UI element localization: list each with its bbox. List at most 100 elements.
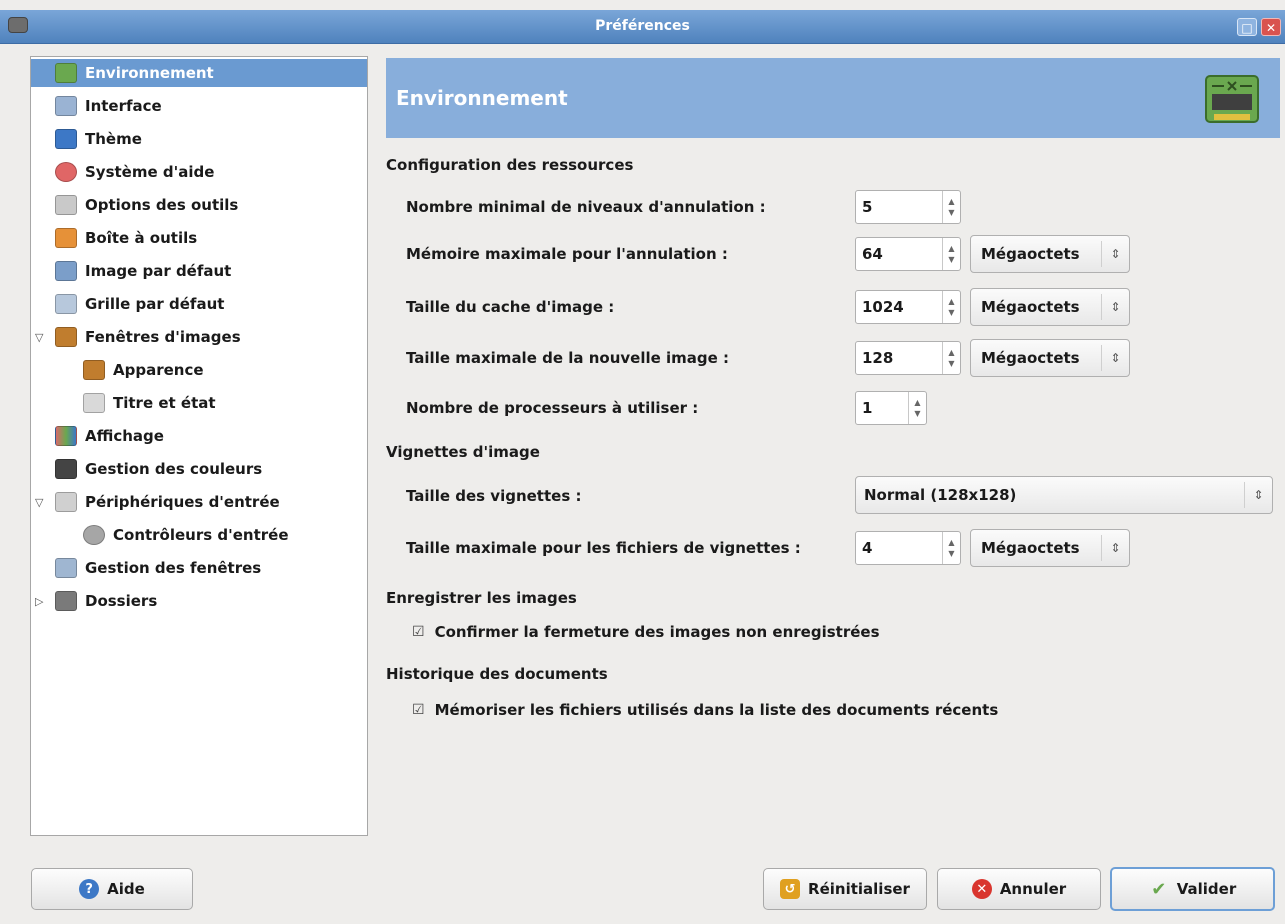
maximize-icon[interactable]: □ xyxy=(1237,18,1257,36)
color-management-icon xyxy=(55,459,77,479)
spinner-arrows-icon[interactable]: ▲ ▼ xyxy=(942,342,960,374)
thumb-max-unit-select[interactable]: Mégaoctets ⇕ xyxy=(970,529,1130,567)
tree-item-appearance[interactable]: Apparence xyxy=(31,356,367,384)
tree-item-tool-options[interactable]: Options des outils xyxy=(31,191,367,219)
tree-item-label: Périphériques d'entrée xyxy=(85,493,280,511)
undo-levels-value: 5 xyxy=(862,198,873,216)
tree-item-default-image[interactable]: Image par défaut xyxy=(31,257,367,285)
section-resources-title: Configuration des ressources xyxy=(386,156,634,174)
preferences-tree: Environnement Interface Thème Système d'… xyxy=(30,56,368,836)
validate-button-label: Valider xyxy=(1176,880,1237,898)
tree-item-color-management[interactable]: Gestion des couleurs xyxy=(31,455,367,483)
tree-item-label: Titre et état xyxy=(113,394,216,412)
tree-item-label: Image par défaut xyxy=(85,262,232,280)
tree-item-label: Options des outils xyxy=(85,196,239,214)
tree-item-label: Boîte à outils xyxy=(85,229,198,247)
thumb-max-label: Taille maximale pour les fichiers de vig… xyxy=(406,539,801,557)
tree-item-input-controllers[interactable]: Contrôleurs d'entrée xyxy=(31,521,367,549)
unit-value: Mégaoctets xyxy=(981,539,1080,557)
undo-memory-spinner[interactable]: 64 ▲ ▼ xyxy=(855,237,961,271)
tree-item-label: Dossiers xyxy=(85,592,158,610)
tree-item-label: Affichage xyxy=(85,427,164,445)
tree-item-interface[interactable]: Interface xyxy=(31,92,367,120)
theme-icon xyxy=(55,129,77,149)
tree-item-image-windows[interactable]: ▽ Fenêtres d'images xyxy=(31,323,367,351)
tree-item-label: Gestion des fenêtres xyxy=(85,559,262,577)
spinner-arrows-icon[interactable]: ▲ ▼ xyxy=(942,291,960,323)
title-status-icon xyxy=(83,393,105,413)
reset-button-label: Réinitialiser xyxy=(808,880,910,898)
expander-open-icon[interactable]: ▽ xyxy=(35,331,43,344)
cancel-button[interactable]: ✕ Annuler xyxy=(937,868,1101,910)
expander-open-icon[interactable]: ▽ xyxy=(35,496,43,509)
spinner-arrows-icon[interactable]: ▲ ▼ xyxy=(942,532,960,564)
toolbox-icon xyxy=(55,228,77,248)
tree-item-folders[interactable]: ▷ Dossiers xyxy=(31,587,367,615)
validate-button[interactable]: ✔ Valider xyxy=(1110,867,1275,911)
spinner-arrows-icon[interactable]: ▲ ▼ xyxy=(908,392,926,424)
thumb-max-value: 4 xyxy=(862,539,873,557)
keyboard-icon xyxy=(55,492,77,512)
reset-icon: ↺ xyxy=(780,879,801,899)
checkbox-checked-icon[interactable]: ☑ xyxy=(412,702,425,718)
cache-unit-select[interactable]: Mégaoctets ⇕ xyxy=(970,288,1130,326)
interface-icon xyxy=(55,96,77,116)
thumb-max-spinner[interactable]: 4 ▲ ▼ xyxy=(855,531,961,565)
cache-label: Taille du cache d'image : xyxy=(406,298,615,316)
spinner-arrows-icon[interactable]: ▲ ▼ xyxy=(942,238,960,270)
chip-icon xyxy=(1205,75,1259,123)
max-new-image-unit-select[interactable]: Mégaoctets ⇕ xyxy=(970,339,1130,377)
tree-item-default-grid[interactable]: Grille par défaut xyxy=(31,290,367,318)
help-button[interactable]: ? Aide xyxy=(31,868,193,910)
window-title: Préférences xyxy=(595,18,690,34)
checkbox-checked-icon[interactable]: ☑ xyxy=(412,624,425,640)
close-icon[interactable]: ✕ xyxy=(1261,18,1281,36)
undo-levels-spinner[interactable]: 5 ▲ ▼ xyxy=(855,190,961,224)
processors-value: 1 xyxy=(862,399,873,417)
updown-chevron-icon: ⇕ xyxy=(1101,241,1129,267)
grid-icon xyxy=(55,294,77,314)
section-thumbnails-title: Vignettes d'image xyxy=(386,443,540,461)
tree-item-display[interactable]: Affichage xyxy=(31,422,367,450)
cancel-button-label: Annuler xyxy=(999,880,1067,898)
undo-memory-value: 64 xyxy=(862,245,883,263)
tree-item-label: Interface xyxy=(85,97,162,115)
unit-value: Mégaoctets xyxy=(981,298,1080,316)
processors-spinner[interactable]: 1 ▲ ▼ xyxy=(855,391,927,425)
help-icon: ? xyxy=(79,879,100,899)
page-title: Environnement xyxy=(396,86,568,110)
cache-spinner[interactable]: 1024 ▲ ▼ xyxy=(855,290,961,324)
tree-item-help-system[interactable]: Système d'aide xyxy=(31,158,367,186)
tree-item-toolbox[interactable]: Boîte à outils xyxy=(31,224,367,252)
tree-item-label: Grille par défaut xyxy=(85,295,225,313)
help-button-label: Aide xyxy=(107,880,145,898)
thumb-size-select[interactable]: Normal (128x128) ⇕ xyxy=(855,476,1273,514)
cancel-icon: ✕ xyxy=(971,879,992,899)
tree-item-window-management[interactable]: Gestion des fenêtres xyxy=(31,554,367,582)
undo-memory-unit-select[interactable]: Mégaoctets ⇕ xyxy=(970,235,1130,273)
tree-item-label: Apparence xyxy=(113,361,204,379)
max-new-image-label: Taille maximale de la nouvelle image : xyxy=(406,349,730,367)
undo-memory-label: Mémoire maximale pour l'annulation : xyxy=(406,245,728,263)
lifebuoy-icon xyxy=(55,162,77,182)
tree-item-input-devices[interactable]: ▽ Périphériques d'entrée xyxy=(31,488,367,516)
updown-chevron-icon: ⇕ xyxy=(1244,482,1272,508)
tree-item-title-status[interactable]: Titre et état xyxy=(31,389,367,417)
max-new-image-value: 128 xyxy=(862,349,894,367)
section-save-title: Enregistrer les images xyxy=(386,589,577,607)
undo-levels-label: Nombre minimal de niveaux d'annulation : xyxy=(406,198,766,216)
updown-chevron-icon: ⇕ xyxy=(1101,294,1129,320)
reset-button[interactable]: ↺ Réinitialiser xyxy=(763,868,927,910)
expander-closed-icon[interactable]: ▷ xyxy=(35,595,43,608)
max-new-image-spinner[interactable]: 128 ▲ ▼ xyxy=(855,341,961,375)
spinner-arrows-icon[interactable]: ▲ ▼ xyxy=(942,191,960,223)
unit-value: Mégaoctets xyxy=(981,245,1080,263)
thumb-size-value: Normal (128x128) xyxy=(864,486,1017,504)
tree-item-theme[interactable]: Thème xyxy=(31,125,367,153)
cache-value: 1024 xyxy=(862,298,904,316)
tree-item-environnement[interactable]: Environnement xyxy=(31,59,367,87)
checkmark-icon: ✔ xyxy=(1151,878,1167,900)
confirm-close-checkbox[interactable]: ☑ Confirmer la fermeture des images non … xyxy=(412,623,880,641)
remember-files-checkbox[interactable]: ☑ Mémoriser les fichiers utilisés dans l… xyxy=(412,701,998,719)
folder-icon xyxy=(55,591,77,611)
